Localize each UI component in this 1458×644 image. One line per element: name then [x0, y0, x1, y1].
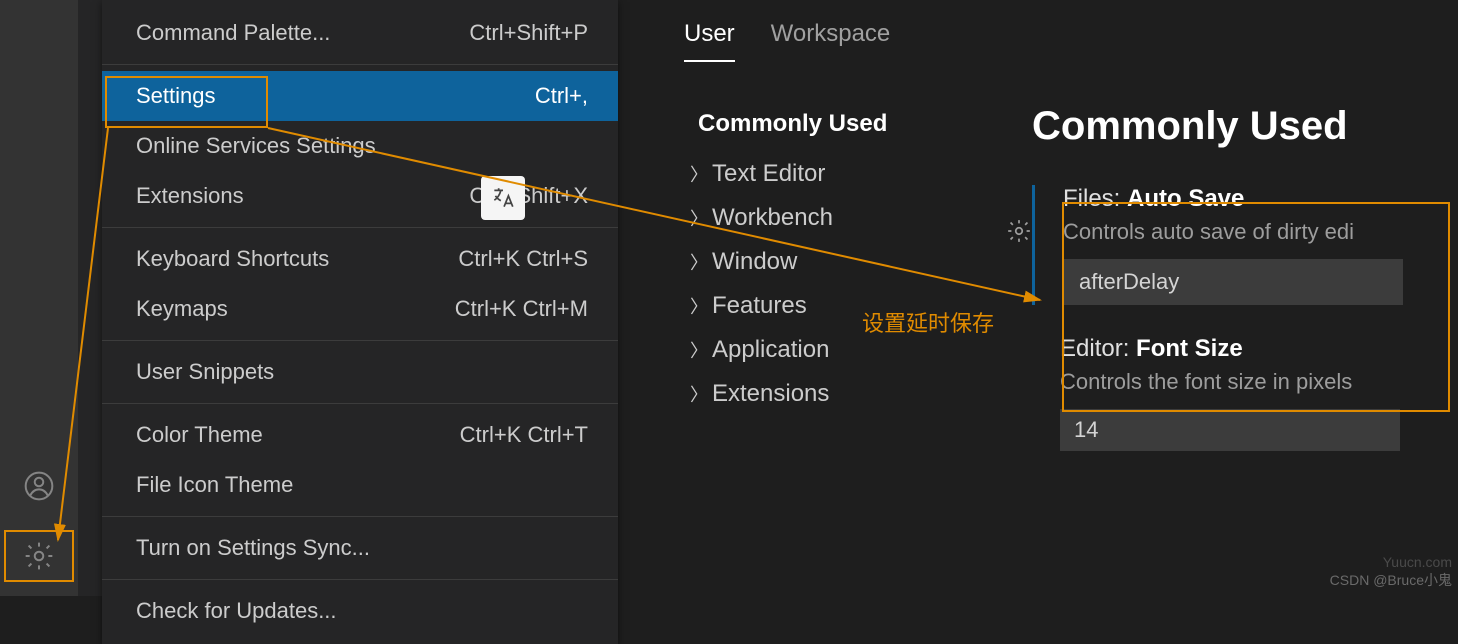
translate-icon[interactable]	[481, 176, 525, 220]
settings-content: Commonly Used Files: Auto Save Controls …	[1032, 104, 1458, 451]
setting-title: Files: Auto Save	[1063, 185, 1458, 213]
menu-extensions[interactable]: Extensions Ctrl+Shift+X	[102, 171, 618, 221]
chevron-right-icon: 〉	[690, 337, 704, 363]
menu-user-snippets[interactable]: User Snippets	[102, 347, 618, 397]
menu-separator	[102, 340, 618, 341]
fontsize-input[interactable]: 14	[1060, 409, 1400, 451]
menu-separator	[102, 579, 618, 580]
chevron-right-icon: 〉	[690, 161, 704, 187]
menu-file-icon-theme[interactable]: File Icon Theme	[102, 460, 618, 510]
menu-keyboard-shortcuts[interactable]: Keyboard Shortcuts Ctrl+K Ctrl+S	[102, 234, 618, 284]
menu-separator	[102, 403, 618, 404]
tab-user[interactable]: User	[684, 20, 735, 62]
menu-online-services[interactable]: Online Services Settings	[102, 121, 618, 171]
manage-menu: Command Palette... Ctrl+Shift+P Settings…	[102, 0, 618, 644]
menu-label: Online Services Settings	[136, 133, 376, 159]
menu-separator	[102, 516, 618, 517]
setting-title: Editor: Font Size	[1060, 335, 1458, 363]
annotation-text: 设置延时保存	[862, 306, 994, 338]
tree-item-text-editor[interactable]: 〉Text Editor	[680, 152, 1032, 196]
menu-label: Command Palette...	[136, 20, 330, 46]
menu-label: User Snippets	[136, 359, 274, 385]
autosave-dropdown[interactable]: afterDelay	[1063, 259, 1403, 305]
settings-editor: User Workspace Commonly Used 〉Text Edito…	[652, 0, 1458, 596]
menu-settings[interactable]: Settings Ctrl+,	[102, 71, 618, 121]
menu-settings-sync[interactable]: Turn on Settings Sync...	[102, 523, 618, 573]
sidebar-background	[78, 0, 102, 596]
menu-shortcut: Ctrl+K Ctrl+S	[458, 246, 588, 272]
tree-item-workbench[interactable]: 〉Workbench	[680, 196, 1032, 240]
tree-header[interactable]: Commonly Used	[680, 104, 1032, 152]
settings-tabs: User Workspace	[680, 20, 1458, 62]
menu-keymaps[interactable]: Keymaps Ctrl+K Ctrl+M	[102, 284, 618, 334]
menu-label: Turn on Settings Sync...	[136, 535, 370, 561]
menu-label: Check for Updates...	[136, 598, 337, 624]
menu-command-palette[interactable]: Command Palette... Ctrl+Shift+P	[102, 8, 618, 58]
menu-separator	[102, 64, 618, 65]
menu-check-updates[interactable]: Check for Updates...	[102, 586, 618, 636]
chevron-right-icon: 〉	[690, 293, 704, 319]
tab-workspace[interactable]: Workspace	[771, 20, 891, 62]
menu-color-theme[interactable]: Color Theme Ctrl+K Ctrl+T	[102, 410, 618, 460]
menu-shortcut: Ctrl+Shift+P	[469, 20, 588, 46]
manage-gear-highlight	[4, 530, 74, 582]
setting-editor-fontsize: Editor: Font Size Controls the font size…	[1032, 335, 1458, 451]
settings-tree: Commonly Used 〉Text Editor 〉Workbench 〉W…	[680, 104, 1032, 451]
setting-files-autosave: Files: Auto Save Controls auto save of d…	[1032, 185, 1458, 305]
chevron-right-icon: 〉	[690, 205, 704, 231]
menu-separator	[102, 227, 618, 228]
setting-description: Controls auto save of dirty edi	[1063, 219, 1458, 245]
menu-label: Settings	[136, 83, 216, 109]
setting-description: Controls the font size in pixels	[1060, 369, 1458, 395]
menu-shortcut: Ctrl+K Ctrl+T	[460, 422, 588, 448]
tree-item-window[interactable]: 〉Window	[680, 240, 1032, 284]
menu-shortcut: Ctrl+K Ctrl+M	[455, 296, 588, 322]
watermark: Yuucn.com	[1383, 554, 1452, 570]
menu-label: Extensions	[136, 183, 244, 209]
tree-item-extensions[interactable]: 〉Extensions	[680, 372, 1032, 416]
chevron-right-icon: 〉	[690, 249, 704, 275]
chevron-right-icon: 〉	[690, 381, 704, 407]
menu-label: Color Theme	[136, 422, 263, 448]
menu-shortcut: Ctrl+,	[535, 83, 588, 109]
watermark: CSDN @Bruce小鬼	[1330, 570, 1452, 590]
gear-icon[interactable]	[23, 540, 55, 572]
setting-gear-icon[interactable]	[1006, 218, 1032, 250]
page-title: Commonly Used	[1032, 104, 1458, 149]
menu-label: Keymaps	[136, 296, 228, 322]
activity-bar	[0, 0, 78, 596]
account-icon[interactable]	[23, 470, 55, 502]
menu-label: Keyboard Shortcuts	[136, 246, 329, 272]
menu-label: File Icon Theme	[136, 472, 293, 498]
